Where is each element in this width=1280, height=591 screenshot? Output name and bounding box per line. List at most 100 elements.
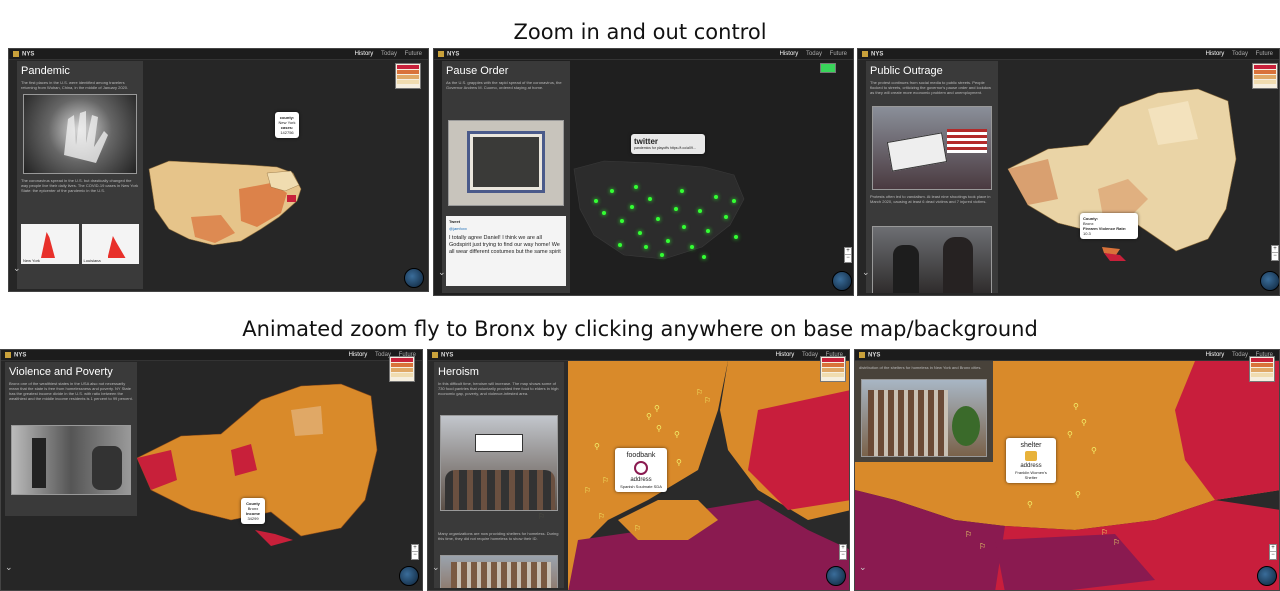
shelter-icon bbox=[1025, 451, 1037, 461]
hand-figure-icon bbox=[64, 111, 108, 163]
story-panel: Violence and Poverty Bronx one of the we… bbox=[5, 362, 137, 516]
map-legend bbox=[1249, 356, 1275, 382]
screenshot-heroism: NYS History Today Future ⚐ ⚐ ⚲ ⚲ ⚲ ⚲ ⚲ ⚲ ⚐ ⚐ ⚐ ⚐… bbox=[427, 349, 850, 591]
food-sign bbox=[475, 434, 523, 452]
zoom-out-button[interactable]: − bbox=[845, 255, 851, 262]
panel-title: Pause Order bbox=[446, 65, 509, 77]
panel-title: Heroism bbox=[438, 366, 479, 378]
zoom-in-button[interactable]: + bbox=[412, 545, 418, 552]
zoom-out-button[interactable]: − bbox=[412, 552, 418, 559]
chart-new-york: New York bbox=[21, 224, 79, 264]
screenshot-public-outrage: NYS History Today Future Public Outrage … bbox=[857, 48, 1280, 296]
protester-figure bbox=[893, 245, 919, 293]
panel-photo bbox=[872, 106, 992, 190]
panel-title: Violence and Poverty bbox=[9, 366, 113, 378]
panel-photo bbox=[23, 94, 137, 174]
caption-bottom: Animated zoom fly to Bronx by clicking a… bbox=[242, 317, 1038, 341]
chart-label: New York bbox=[23, 258, 40, 263]
panel-photo bbox=[448, 120, 564, 206]
panel-text-2: Protests often led to vandalism. At leas… bbox=[870, 194, 991, 204]
panel-title: Public Outrage bbox=[870, 65, 943, 77]
panel-text: As the U.S. grapples with the rapid spre… bbox=[446, 80, 562, 90]
tweet-user[interactable]: @jamfoxx bbox=[449, 226, 563, 231]
panel-photo bbox=[11, 425, 131, 495]
tweet-body: I totally agree Daniel! I think we are a… bbox=[449, 235, 561, 255]
zoom-control[interactable]: + − bbox=[844, 247, 852, 263]
zoom-out-button[interactable]: − bbox=[1272, 253, 1278, 260]
map-legend bbox=[820, 63, 836, 73]
foodbank-popup: foodbank address Spanish Soulmate SDA bbox=[615, 448, 667, 492]
globe-icon[interactable] bbox=[832, 271, 852, 291]
panel-text: The protest continues from social media … bbox=[870, 80, 992, 95]
story-panel: distribution of the shelters for homeles… bbox=[855, 361, 993, 462]
panel-text: Bronx one of the wealthiest states in th… bbox=[9, 381, 133, 401]
panel-photo-2 bbox=[440, 555, 558, 588]
zoom-control[interactable]: + − bbox=[839, 544, 847, 560]
zoom-control[interactable]: + − bbox=[1271, 245, 1279, 261]
tweet-card[interactable]: Tweet @jamfoxx I totally agree Daniel! I… bbox=[446, 216, 566, 286]
person-figure bbox=[92, 446, 122, 490]
panel-text-2: Many organizations are now providing she… bbox=[438, 531, 559, 541]
panel-text: distribution of the shelters for homeles… bbox=[859, 365, 982, 370]
tree bbox=[952, 406, 980, 446]
globe-icon[interactable] bbox=[404, 268, 424, 288]
screenshot-shelter: NYS History Today Future ⚲⚲⚲ ⚲⚲⚲ ⚲⚐⚐ ⚐⚐ … bbox=[854, 349, 1280, 591]
twitter-popup: twitter pandemics for playoffs https://t… bbox=[631, 134, 705, 154]
chart-label: Louisiana bbox=[83, 258, 101, 263]
protest-sign bbox=[886, 132, 948, 172]
chevron-down-icon[interactable]: ⌄ bbox=[5, 562, 13, 573]
story-panel: Pandemic The first places in the U.S. we… bbox=[17, 61, 143, 289]
zoom-out-button[interactable]: − bbox=[840, 552, 846, 559]
panel-photo-2 bbox=[872, 226, 992, 293]
map-popup: county: New York cases: 142756 bbox=[275, 112, 299, 138]
zoom-in-button[interactable]: + bbox=[840, 545, 846, 552]
flag bbox=[947, 129, 987, 153]
shelter-popup: shelter address Franklin Women's Shelter bbox=[1006, 438, 1056, 483]
zoom-control[interactable]: + − bbox=[1269, 544, 1277, 560]
map-legend bbox=[1252, 63, 1278, 89]
window-pane bbox=[473, 137, 539, 187]
story-panel: Public Outrage The protest continues fro… bbox=[866, 61, 998, 293]
caption-top: Zoom in and out control bbox=[513, 20, 767, 44]
globe-icon[interactable] bbox=[1257, 566, 1277, 586]
chevron-down-icon[interactable]: ⌄ bbox=[859, 562, 867, 573]
chevron-down-icon[interactable]: ⌄ bbox=[862, 267, 870, 278]
person-figure bbox=[32, 438, 46, 488]
panel-text-2: The coronavirus spread in the U.S. but d… bbox=[21, 178, 139, 193]
building bbox=[868, 390, 948, 456]
screenshot-violence-poverty: NYS History Today Future Violence and Po… bbox=[0, 349, 423, 591]
story-panel: Heroism In this difficult time, heroism … bbox=[434, 362, 564, 588]
story-panel: Pause Order As the U.S. grapples with th… bbox=[442, 61, 570, 293]
zoom-in-button[interactable]: + bbox=[845, 248, 851, 255]
panel-photo bbox=[440, 415, 558, 511]
panel-text: The first places in the U.S. were identi… bbox=[21, 80, 129, 90]
zoom-control[interactable]: + − bbox=[411, 544, 419, 560]
screenshot-pandemic: NYS History Today Future Pandemic The fi… bbox=[8, 48, 429, 292]
globe-icon[interactable] bbox=[1260, 271, 1279, 291]
foodbank-icon bbox=[634, 461, 648, 475]
map-legend bbox=[395, 63, 421, 89]
zoom-out-button[interactable]: − bbox=[1270, 552, 1276, 559]
ny-highlight bbox=[287, 195, 296, 202]
map-popup: County: Bronx Firearm Violence Rate: 10.… bbox=[1080, 213, 1138, 239]
zoom-in-button[interactable]: + bbox=[1270, 545, 1276, 552]
screenshot-pause-order: NYS History Today Future Pause Order As … bbox=[433, 48, 854, 296]
chevron-down-icon[interactable]: ⌄ bbox=[438, 267, 446, 278]
chevron-down-icon[interactable]: ⌄ bbox=[432, 562, 440, 573]
map-popup: County Bronx Income 34299 bbox=[241, 498, 265, 524]
protester-figure bbox=[943, 237, 973, 293]
chart-louisiana: Louisiana bbox=[81, 224, 139, 264]
case-charts: New York Louisiana bbox=[21, 224, 139, 264]
map-legend bbox=[389, 356, 415, 382]
crowd bbox=[445, 470, 555, 510]
globe-icon[interactable] bbox=[399, 566, 419, 586]
tweet-label: Tweet bbox=[449, 219, 461, 224]
chart-bars bbox=[107, 236, 126, 258]
globe-icon[interactable] bbox=[826, 566, 846, 586]
zoom-in-button[interactable]: + bbox=[1272, 246, 1278, 253]
panel-title: Pandemic bbox=[21, 65, 70, 77]
map-legend bbox=[820, 356, 846, 382]
chevron-down-icon[interactable]: ⌄ bbox=[13, 263, 21, 274]
building bbox=[451, 562, 551, 588]
panel-photo bbox=[861, 379, 987, 457]
